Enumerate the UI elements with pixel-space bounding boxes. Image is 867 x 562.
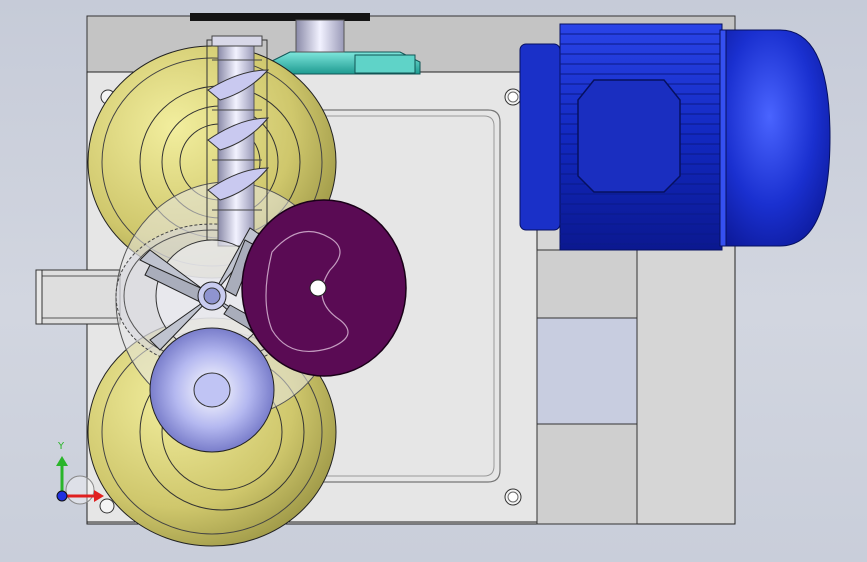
triad-y-label: Y	[58, 441, 65, 452]
assembly-view[interactable]	[0, 0, 867, 562]
cam-disc	[241, 199, 407, 377]
electric-motor	[519, 23, 831, 251]
cad-viewport[interactable]: Y	[0, 0, 867, 562]
feed-chute	[35, 269, 121, 325]
terminal-box	[577, 79, 681, 193]
discharge-cone	[149, 327, 275, 453]
